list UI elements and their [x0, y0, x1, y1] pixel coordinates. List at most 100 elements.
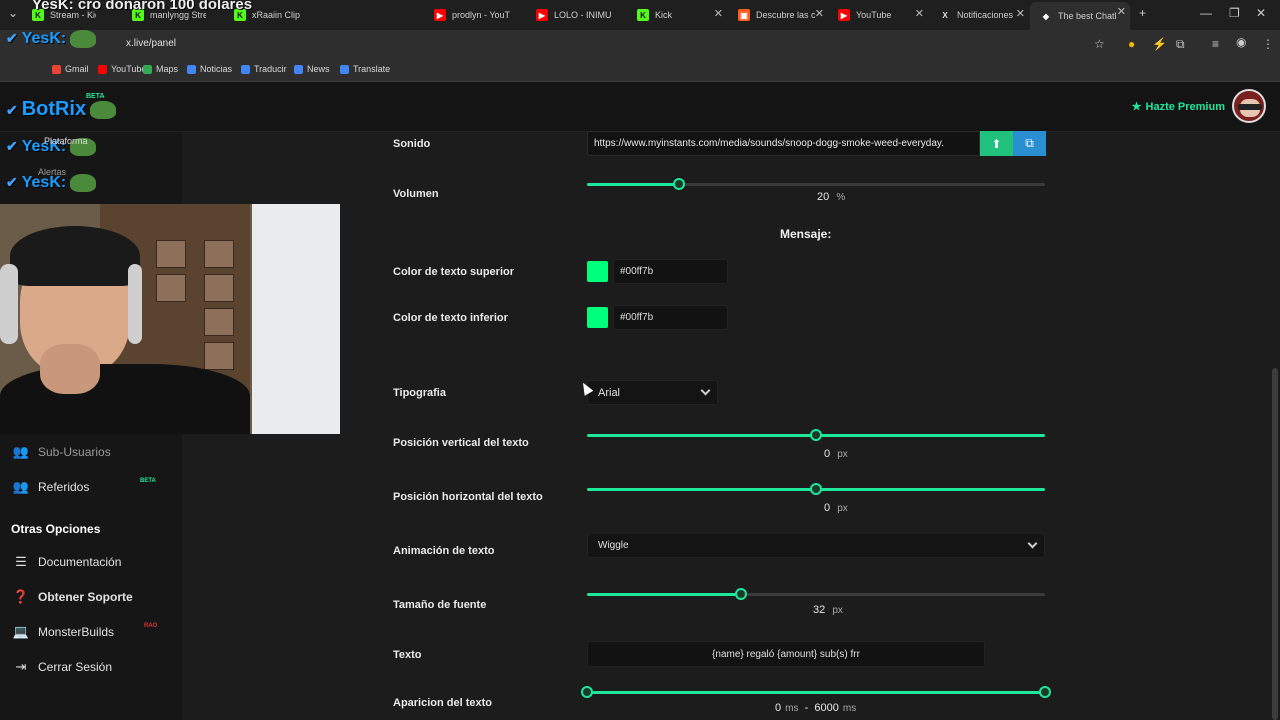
chevron-down-icon: [700, 385, 711, 396]
bookmark-label: Noticias: [200, 64, 233, 74]
extension-icon[interactable]: ⚡: [1152, 37, 1167, 51]
font-size-slider[interactable]: [587, 588, 1045, 600]
tab-label: Kick: [655, 10, 673, 20]
tab-the-best-chat[interactable]: ◆ The best Chatl ✕: [1030, 2, 1130, 30]
translate-icon: [241, 64, 250, 74]
close-tab-icon[interactable]: ✕: [915, 7, 924, 20]
gallery-button[interactable]: ⧉: [1013, 131, 1046, 156]
tab-notificaciones[interactable]: X Notificaciones ✕: [939, 4, 1025, 26]
bookmark-news[interactable]: News: [294, 64, 330, 74]
appear-start-thumb[interactable]: [581, 686, 593, 698]
youtube-icon: ▶: [536, 9, 548, 21]
sound-url-input[interactable]: https://www.myinstants.com/media/sounds/…: [587, 131, 980, 156]
vpos-value: 0: [824, 448, 831, 460]
premium-button[interactable]: ★ Hazte Premium: [1131, 100, 1225, 114]
webcam-hand: [40, 344, 100, 394]
hpos-readout: 0 px: [824, 502, 848, 514]
text-template-input[interactable]: {name} regaló {amount} sub(s) frr: [587, 641, 985, 667]
sidebar-item-sub-usuarios[interactable]: 👥 Sub-Usuarios: [13, 444, 111, 459]
puzzle-icon[interactable]: ⧉: [1176, 37, 1185, 52]
menu-icon[interactable]: ⋮: [1262, 37, 1274, 51]
appear-readout: 0 ms - 6000 ms: [775, 702, 856, 714]
tab-youtube[interactable]: ▶ YouTube ✕: [838, 4, 924, 26]
help-icon: ❓: [12, 589, 30, 604]
font-size-slider-thumb[interactable]: [735, 588, 747, 600]
appear-range-slider[interactable]: [581, 686, 1051, 698]
font-select[interactable]: Arial: [587, 380, 718, 405]
bookmark-label: Maps: [156, 64, 179, 74]
premium-label: Hazte Premium: [1145, 100, 1225, 113]
sidebar-icon[interactable]: ≡: [1212, 37, 1219, 51]
close-tab-icon[interactable]: ✕: [1016, 7, 1025, 20]
sidebar-item-label: Sub-Usuarios: [38, 445, 111, 459]
tab-label: The best Chatl: [1058, 11, 1117, 21]
tab-stream-kick[interactable]: K Stream - Kick: [32, 4, 96, 26]
bottom-color-input[interactable]: #00ff7b: [613, 305, 728, 330]
bookmark-gmail[interactable]: Gmail: [52, 64, 89, 74]
tab-xraaiin[interactable]: KxRaaiin Clips: [234, 4, 300, 26]
bookmark-youtube[interactable]: YouTube: [98, 64, 146, 74]
tab-search-icon[interactable]: ⌄: [8, 6, 18, 20]
webcam-feed: [0, 204, 340, 434]
sidebar-item-cerrar-sesion[interactable]: ⇥ Cerrar Sesión: [14, 659, 112, 674]
close-window-icon[interactable]: ✕: [1256, 6, 1266, 20]
restore-icon[interactable]: ❐: [1229, 6, 1240, 20]
page-scrollbar[interactable]: [1272, 368, 1278, 720]
tab-lolo[interactable]: ▶ LOLO - INIMU: [536, 4, 620, 26]
youtube-icon: [98, 64, 107, 74]
extension-icon[interactable]: ●: [1128, 37, 1135, 51]
hpos-value: 0: [824, 502, 831, 514]
volume-slider-thumb[interactable]: [672, 178, 685, 190]
bookmarks-bar: Gmail YouTube Maps Noticias Traducir New…: [0, 58, 1280, 82]
top-color-input[interactable]: #00ff7b: [613, 259, 728, 284]
new-tab-icon[interactable]: +: [1139, 6, 1146, 20]
appear-end-thumb[interactable]: [1039, 686, 1051, 698]
avatar[interactable]: [1232, 89, 1266, 123]
diamond-icon: ◆: [1042, 11, 1050, 21]
tab-kick[interactable]: K Kick ✕: [637, 4, 723, 26]
minimize-icon[interactable]: —: [1200, 6, 1212, 20]
bottom-color-swatch[interactable]: [587, 307, 608, 328]
sidebar-item-label: MonsterBuilds: [38, 625, 115, 639]
url-field[interactable]: x.live/panel: [126, 38, 176, 49]
font-size-value: 32: [813, 604, 826, 616]
top-color-swatch[interactable]: [587, 261, 608, 282]
close-tab-icon[interactable]: ✕: [714, 7, 723, 20]
bookmark-maps[interactable]: Maps: [143, 64, 178, 74]
sidebar-item-monsterbuilds[interactable]: 💻 MonsterBuilds: [12, 624, 115, 639]
kick-icon: K: [234, 9, 246, 21]
webcam-headphones: [128, 264, 142, 344]
volume-slider[interactable]: [587, 178, 1045, 190]
tab-descubre[interactable]: ▣ Descubre las c ✕: [738, 4, 824, 26]
bookmark-translate[interactable]: Translate: [340, 64, 390, 74]
appear-end-value: 6000: [814, 702, 839, 714]
sidebar-item-label: Referidos: [38, 480, 90, 494]
close-tab-icon[interactable]: ✕: [815, 7, 824, 20]
bookmark-traducir[interactable]: Traducir: [241, 64, 287, 74]
upload-button[interactable]: ⬆: [980, 131, 1013, 156]
laptop-icon: 💻: [12, 624, 30, 639]
hpos-slider-thumb[interactable]: [810, 483, 822, 495]
tab-prodlyn[interactable]: ▶ prodlyn - YouT: [434, 4, 522, 26]
bookmark-noticias[interactable]: Noticias: [187, 64, 232, 74]
vpos-slider-thumb[interactable]: [810, 429, 822, 441]
profile-icon[interactable]: ◉: [1236, 35, 1246, 49]
list-icon: ☰: [15, 554, 27, 569]
hpos-slider[interactable]: [587, 483, 1045, 495]
logout-icon: ⇥: [15, 659, 27, 674]
star-icon[interactable]: ☆: [1094, 37, 1105, 51]
webcam-poster: [204, 342, 234, 370]
sidebar-item-soporte[interactable]: ❓ Obtener Soporte: [12, 589, 133, 604]
sidebar-item-referidos[interactable]: 👥 Referidos: [13, 479, 90, 494]
range-dash: -: [804, 702, 809, 714]
sidebar-item-label: Obtener Soporte: [38, 590, 133, 604]
star-icon: ★: [1131, 101, 1142, 113]
animation-label: Animación de texto: [393, 545, 495, 557]
close-tab-icon[interactable]: ✕: [1117, 5, 1126, 18]
font-size-slider-fill: [587, 593, 742, 596]
animation-select[interactable]: Wiggle: [587, 533, 1045, 558]
vpos-slider[interactable]: [587, 429, 1045, 441]
tab-manlyngg[interactable]: Kmanlyngg Stre: [132, 4, 206, 26]
hpos-label: Posición horizontal del texto: [393, 491, 543, 503]
sidebar-item-documentacion[interactable]: ☰ Documentación: [14, 554, 121, 569]
